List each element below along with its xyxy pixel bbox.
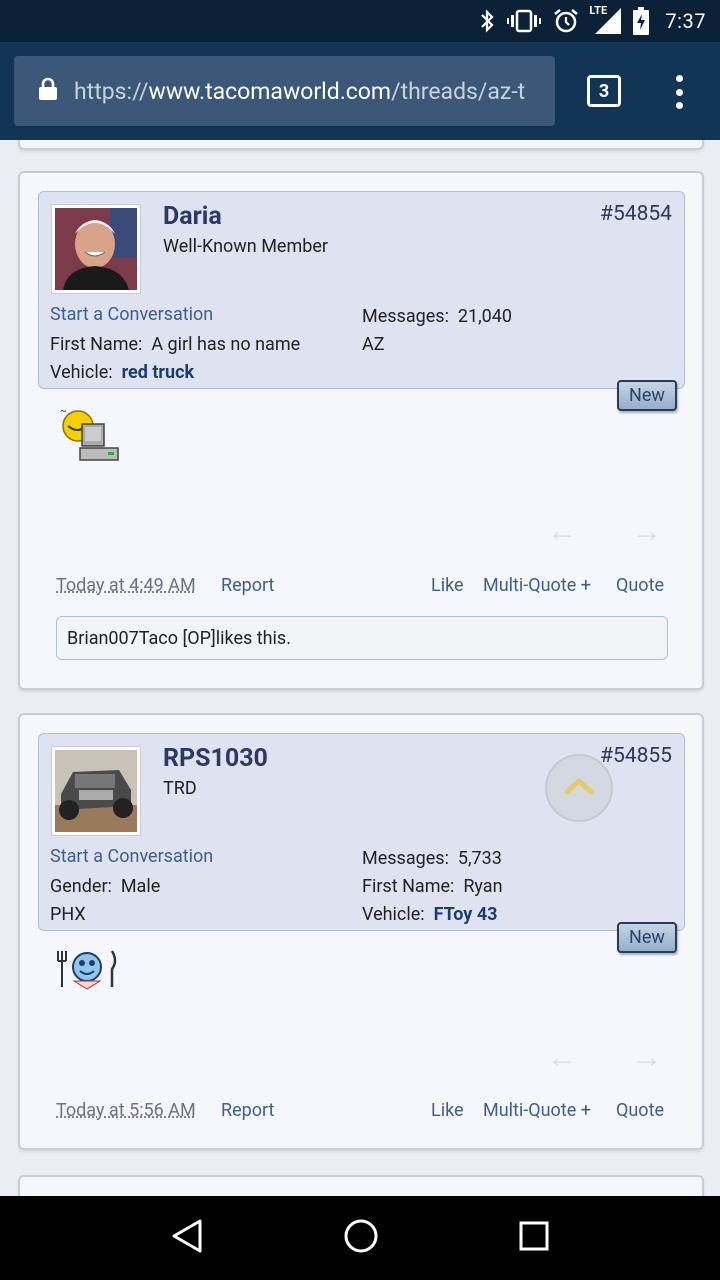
post-timestamp[interactable]: Today at 4:49 AM [56, 575, 196, 596]
field-value: 5,733 [457, 848, 502, 869]
username[interactable]: RPS1030 [163, 744, 268, 773]
status-bar: LTE 7:37 [0, 0, 720, 42]
next-post-remnant [18, 1175, 704, 1196]
scroll-to-top-button[interactable] [545, 754, 613, 822]
recents-nav-icon[interactable] [518, 1220, 550, 1256]
multi-quote-link[interactable]: Multi-Quote + [483, 1100, 591, 1121]
like-link[interactable]: Like [431, 575, 464, 596]
vehicle-field: Vehicle: red truck [50, 362, 194, 383]
liker-name[interactable]: Brian007Taco [OP] [67, 628, 216, 649]
field-value: A girl has no name [151, 334, 301, 355]
vehicle-field: Vehicle: FToy 43 [362, 904, 497, 925]
quote-link[interactable]: Quote [616, 575, 664, 596]
quote-link[interactable]: Quote [616, 1100, 664, 1121]
report-link[interactable]: Report [221, 575, 274, 596]
field-value: AZ [362, 334, 385, 355]
field-label: Messages: [362, 848, 449, 869]
tab-switcher-button[interactable]: 3 [587, 75, 621, 107]
location-field: PHX [50, 904, 86, 925]
prev-post-arrow-icon[interactable]: ← [547, 1040, 577, 1075]
new-badge: New [617, 922, 677, 953]
field-value: 21,040 [457, 306, 512, 327]
gender-field: Gender: Male [50, 876, 160, 897]
start-conversation-link[interactable]: Start a Conversation [50, 304, 213, 325]
status-time: 7:37 [665, 9, 706, 33]
next-post-arrow-icon[interactable]: → [632, 1040, 662, 1075]
address-bar[interactable]: https://www.tacomaworld.com/threads/az-t [14, 56, 555, 126]
field-label: First Name: [50, 334, 143, 355]
user-title: Well-Known Member [163, 236, 328, 257]
home-nav-icon[interactable] [343, 1218, 379, 1258]
post-number[interactable]: #54855 [600, 744, 672, 768]
field-label: Vehicle: [362, 904, 425, 925]
avatar[interactable] [51, 204, 141, 294]
back-nav-icon[interactable] [170, 1218, 204, 1258]
field-value: Ryan [463, 876, 503, 897]
alarm-icon [553, 8, 579, 34]
like-link[interactable]: Like [431, 1100, 464, 1121]
messages-field: Messages: 5,733 [362, 848, 502, 869]
start-conversation-link[interactable]: Start a Conversation [50, 846, 213, 867]
svg-text:~: ~ [60, 406, 67, 417]
field-label: Vehicle: [50, 362, 113, 383]
vehicle-link[interactable]: FToy 43 [434, 904, 498, 925]
signal-icon: LTE [589, 4, 622, 34]
previous-post-remnant [18, 140, 704, 150]
post-timestamp[interactable]: Today at 5:56 AM [56, 1100, 196, 1121]
start-conversation-label: Start a Conversation [50, 846, 214, 867]
username[interactable]: Daria [163, 202, 222, 231]
prev-post-arrow-icon[interactable]: ← [547, 514, 577, 549]
bluetooth-icon [479, 8, 495, 34]
start-conversation-label: Start a Conversation [50, 304, 214, 325]
vehicle-link[interactable]: red truck [122, 362, 195, 383]
first-name-field: First Name: Ryan [362, 876, 503, 897]
url-path: /threads/az-t [391, 77, 526, 105]
report-link[interactable]: Report [221, 1100, 274, 1121]
system-nav-bar [0, 1196, 720, 1280]
field-label: Messages: [362, 306, 449, 327]
url-host: www.tacomaworld.com [148, 77, 392, 105]
thread-page: Daria Well-Known Member #54854 Start a C… [0, 140, 720, 1196]
messages-field: Messages: 21,040 [362, 306, 512, 327]
location-field: AZ [362, 334, 385, 355]
chevron-up-icon [564, 777, 594, 799]
multi-quote-link[interactable]: Multi-Quote + [483, 575, 591, 596]
lock-icon [38, 77, 58, 105]
overflow-menu-icon[interactable] [669, 72, 689, 112]
vibrate-icon [507, 8, 542, 34]
field-value: Male [120, 876, 161, 897]
field-value: PHX [50, 904, 86, 925]
new-badge: New [617, 380, 677, 411]
url-text: https://www.tacomaworld.com/threads/az-t [74, 78, 525, 105]
first-name-field: First Name: A girl has no name [50, 334, 300, 355]
field-label: First Name: [362, 876, 455, 897]
user-info-block: Daria Well-Known Member #54854 Start a C… [38, 191, 685, 389]
network-type-label: LTE [589, 4, 608, 17]
field-label: Gender: [50, 876, 112, 897]
post-number[interactable]: #54854 [600, 202, 672, 226]
likes-summary: Brian007Taco [OP] likes this. [56, 616, 668, 660]
battery-icon [633, 7, 650, 35]
next-post-arrow-icon[interactable]: → [632, 514, 662, 549]
browser-toolbar: https://www.tacomaworld.com/threads/az-t… [0, 42, 720, 140]
likes-text: likes this. [215, 627, 291, 649]
avatar[interactable] [51, 746, 141, 836]
computer-smiley-icon: ~ [58, 406, 122, 470]
user-title: TRD [163, 778, 197, 799]
url-scheme: https:// [74, 77, 149, 105]
eating-smiley-icon [56, 947, 118, 995]
post-54854: Daria Well-Known Member #54854 Start a C… [18, 171, 704, 690]
